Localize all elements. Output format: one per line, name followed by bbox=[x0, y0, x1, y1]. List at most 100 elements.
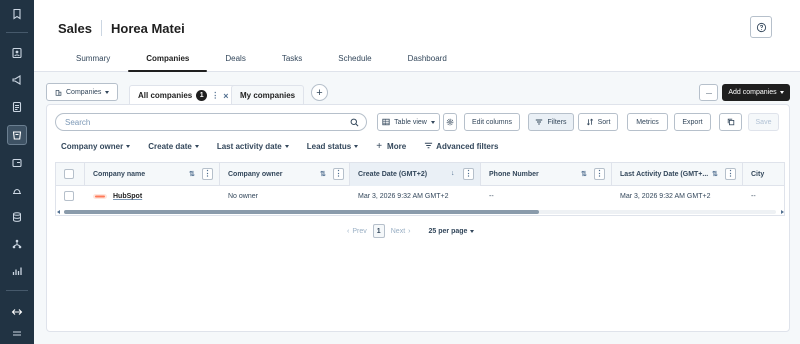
duplicate-view-button[interactable] bbox=[719, 113, 742, 131]
tab-schedule[interactable]: Schedule bbox=[320, 48, 389, 72]
tab-companies[interactable]: Companies bbox=[128, 48, 208, 72]
view-tab-all-companies[interactable]: All companies 1 ⋮ × bbox=[129, 85, 238, 105]
chevron-down-icon bbox=[126, 144, 131, 148]
database-icon[interactable] bbox=[7, 207, 27, 227]
column-header-create-date[interactable]: Create Date (GMT+2) ↓ ⋮ bbox=[350, 163, 481, 186]
sort-button[interactable]: Sort bbox=[578, 113, 618, 131]
filter-label: Advanced filters bbox=[436, 141, 499, 151]
current-page[interactable]: 1 bbox=[372, 224, 385, 238]
select-all-checkbox[interactable] bbox=[64, 169, 74, 179]
service-icon[interactable] bbox=[7, 181, 27, 201]
object-type-label: Companies bbox=[66, 88, 102, 96]
title-divider bbox=[100, 20, 102, 36]
close-icon[interactable]: × bbox=[223, 91, 228, 101]
table-header: Company name ⇅ ⋮ Company owner ⇅ ⋮ Creat… bbox=[56, 163, 784, 186]
filter-icon bbox=[536, 119, 543, 125]
export-button[interactable]: Export bbox=[674, 113, 711, 131]
table-icon bbox=[382, 118, 390, 126]
column-menu-icon[interactable]: ⋮ bbox=[333, 168, 344, 180]
filters-button[interactable]: Filters bbox=[528, 113, 574, 131]
sort-icon[interactable]: ⇅ bbox=[320, 170, 326, 178]
tab-dashboard[interactable]: Dashboard bbox=[390, 48, 465, 72]
column-header-company-owner[interactable]: Company owner ⇅ ⋮ bbox=[220, 163, 350, 186]
contacts-icon[interactable] bbox=[7, 43, 27, 63]
scroll-left-icon[interactable] bbox=[57, 210, 60, 214]
next-page-button[interactable]: Next › bbox=[391, 228, 411, 235]
filter-label: Company owner bbox=[61, 141, 124, 151]
prev-page-button[interactable]: ‹ Prev bbox=[347, 228, 367, 235]
row-checkbox[interactable] bbox=[64, 191, 74, 201]
plus-icon: + bbox=[376, 140, 383, 152]
select-all-cell bbox=[56, 163, 85, 186]
row-select-cell bbox=[56, 186, 85, 207]
bottom-menu-icon[interactable] bbox=[7, 324, 27, 344]
chevron-down-icon bbox=[284, 144, 289, 148]
sort-icon[interactable]: ⇅ bbox=[712, 170, 718, 178]
sort-desc-icon[interactable]: ↓ bbox=[451, 170, 455, 177]
column-header-last-activity-date[interactable]: Last Activity Date (GMT+... ⇅ ⋮ bbox=[612, 163, 743, 186]
column-header-city[interactable]: City bbox=[743, 163, 784, 186]
filter-lead-status[interactable]: Lead status bbox=[307, 142, 359, 151]
filter-create-date[interactable]: Create date bbox=[148, 142, 199, 151]
view-options-icon[interactable]: ⋮ bbox=[211, 91, 219, 100]
companies-table: Company name ⇅ ⋮ Company owner ⇅ ⋮ Creat… bbox=[55, 162, 785, 216]
column-menu-icon[interactable]: ⋮ bbox=[202, 168, 213, 180]
sort-label: Sort bbox=[597, 118, 611, 126]
help-button[interactable] bbox=[750, 16, 772, 38]
object-type-select[interactable]: Companies bbox=[46, 83, 119, 101]
advanced-filters-button[interactable]: Advanced filters bbox=[424, 141, 498, 152]
filter-last-activity-date[interactable]: Last activity date bbox=[217, 142, 289, 151]
column-label: Company owner bbox=[228, 171, 283, 178]
add-view-button[interactable]: + bbox=[311, 84, 328, 101]
reports-icon[interactable] bbox=[7, 261, 27, 281]
tab-summary[interactable]: Summary bbox=[58, 48, 128, 72]
city-cell[interactable]: -- bbox=[743, 186, 784, 207]
more-filters-button[interactable]: + More bbox=[376, 141, 406, 152]
metrics-button[interactable]: Metrics bbox=[627, 113, 668, 131]
column-menu-icon[interactable]: ⋮ bbox=[725, 168, 736, 180]
horizontal-scrollbar[interactable] bbox=[56, 207, 784, 215]
create-date-cell: Mar 3, 2026 9:32 AM GMT+2 bbox=[358, 193, 449, 200]
column-header-company-name[interactable]: Company name ⇅ ⋮ bbox=[85, 163, 220, 186]
view-settings-button[interactable] bbox=[443, 113, 457, 131]
sort-icon[interactable]: ⇅ bbox=[581, 170, 587, 178]
megaphone-icon[interactable] bbox=[7, 70, 27, 90]
document-icon[interactable] bbox=[7, 97, 27, 117]
user-name: Horea Matei bbox=[110, 20, 185, 36]
chevron-right-icon: › bbox=[408, 227, 411, 235]
tab-deals[interactable]: Deals bbox=[207, 48, 263, 72]
edit-columns-button[interactable]: Edit columns bbox=[464, 113, 520, 131]
automation-icon[interactable] bbox=[7, 234, 27, 254]
company-name-link[interactable]: HubSpot bbox=[113, 193, 142, 200]
table-view-select[interactable]: Table view bbox=[377, 113, 440, 131]
filters-label: Filters bbox=[547, 118, 567, 126]
scrollbar-thumb[interactable] bbox=[64, 210, 539, 214]
sort-icon[interactable]: ⇅ bbox=[189, 170, 195, 178]
save-view-button[interactable]: Save bbox=[748, 113, 779, 131]
column-header-phone-number[interactable]: Phone Number ⇅ ⋮ bbox=[481, 163, 612, 186]
tab-tasks[interactable]: Tasks bbox=[264, 48, 320, 72]
chevron-down-icon bbox=[470, 229, 475, 233]
column-menu-icon[interactable]: ⋮ bbox=[594, 168, 605, 180]
column-menu-icon[interactable]: ⋮ bbox=[463, 168, 474, 180]
collapse-arrows-icon[interactable] bbox=[7, 302, 27, 322]
help-icon bbox=[756, 22, 766, 32]
phone-number-cell[interactable]: -- bbox=[481, 186, 612, 207]
page-title: Sales Horea Matei bbox=[58, 20, 185, 36]
filter-company-owner[interactable]: Company owner bbox=[61, 141, 131, 151]
filter-label: Last activity date bbox=[216, 141, 282, 151]
bookmark-icon[interactable] bbox=[7, 4, 27, 24]
more-actions-button[interactable]: ··· bbox=[699, 84, 718, 101]
search-input[interactable]: Search bbox=[55, 113, 367, 131]
view-tab-label: My companies bbox=[240, 91, 296, 100]
commerce-icon[interactable] bbox=[7, 153, 27, 173]
scroll-right-icon[interactable] bbox=[781, 210, 784, 214]
page-size-select[interactable]: 25 per page bbox=[429, 228, 475, 235]
company-owner-cell[interactable]: No owner bbox=[220, 186, 350, 207]
view-tab-my-companies[interactable]: My companies bbox=[231, 85, 305, 105]
prev-label: Prev bbox=[352, 227, 367, 235]
search-icon bbox=[350, 118, 359, 127]
filter-label: Create date bbox=[148, 141, 192, 151]
crm-table-icon[interactable] bbox=[7, 125, 27, 145]
add-companies-button[interactable]: Add companies bbox=[722, 84, 790, 101]
